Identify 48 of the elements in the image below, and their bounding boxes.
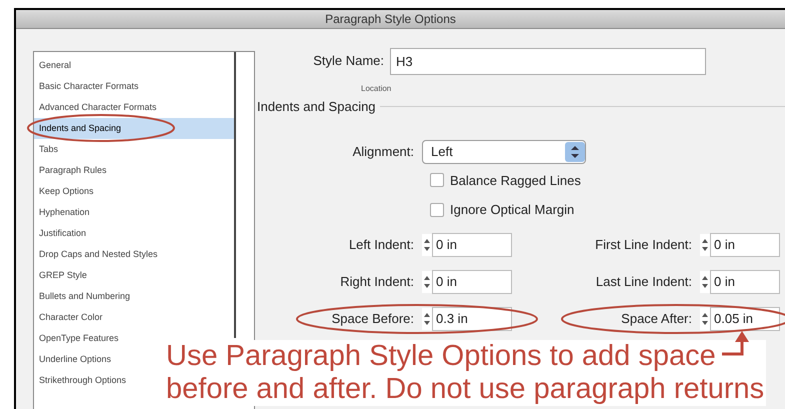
checkbox[interactable]	[430, 173, 444, 188]
stepper-arrows-icon[interactable]	[422, 270, 432, 292]
measurement-field[interactable]: 0 in	[432, 270, 512, 294]
field-label: First Line Indent:	[594, 236, 693, 254]
category-item[interactable]: Indents and Spacing	[34, 118, 234, 139]
field-label: Right Indent:	[339, 272, 415, 291]
category-item[interactable]: Strikethrough Options	[34, 370, 126, 391]
category-item[interactable]: Bullets and Numbering	[34, 286, 130, 307]
category-item[interactable]: Character Color	[34, 307, 103, 328]
category-item[interactable]: GREP Style	[34, 265, 87, 286]
measurement-field[interactable]: 0.3 in	[432, 306, 512, 330]
field-label: Last Line Indent:	[594, 272, 693, 291]
annotation-text: before and after. Do not use paragraph returns	[166, 373, 764, 406]
category-item[interactable]: Drop Caps and Nested Styles	[34, 244, 158, 265]
field-label: Alignment:	[352, 142, 415, 161]
window-title: Paragraph Style Options	[325, 11, 456, 28]
alignment-dropdown[interactable]: Left	[422, 140, 586, 164]
measurement-field[interactable]: 0 in	[432, 232, 512, 256]
category-item[interactable]: Hyphenation	[34, 202, 90, 223]
annotation-arrow	[722, 331, 750, 357]
stepper-arrows-icon[interactable]	[700, 308, 710, 330]
field-label: Space After:	[620, 310, 693, 328]
category-item[interactable]: General	[34, 55, 72, 76]
checkbox-label: Balance Ragged Lines	[450, 172, 581, 190]
checkbox-label: Ignore Optical Margin	[450, 201, 574, 219]
stepper-arrows-icon[interactable]	[422, 308, 432, 330]
stepper-arrows-icon[interactable]	[422, 234, 432, 256]
category-item[interactable]: Tabs	[34, 139, 58, 160]
checkbox[interactable]	[430, 202, 444, 217]
category-item[interactable]: Underline Options	[34, 349, 112, 370]
stepper-arrows-icon	[565, 142, 585, 162]
field-label: Space Before:	[330, 310, 415, 328]
measurement-field[interactable]: 0 in	[710, 232, 780, 256]
annotation-text: Use Paragraph Style Options to add space	[166, 340, 716, 373]
category-item[interactable]: Paragraph Rules	[34, 160, 107, 181]
category-item[interactable]: Justification	[34, 223, 86, 244]
style-name-field[interactable]: H3	[390, 48, 706, 74]
category-item[interactable]: Advanced Character Formats	[34, 97, 157, 118]
stepper-arrows-icon[interactable]	[700, 234, 710, 256]
field-label: Style Name:	[312, 52, 385, 70]
location-label: Location	[361, 83, 392, 95]
section-title: Indents and Spacing	[257, 98, 376, 116]
category-item[interactable]: OpenType Features	[34, 328, 119, 349]
category-item[interactable]: Basic Character Formats	[34, 76, 139, 97]
measurement-field[interactable]: 0 in	[710, 270, 780, 294]
field-label: Left Indent:	[348, 236, 415, 254]
stepper-arrows-icon[interactable]	[700, 270, 710, 292]
category-item[interactable]: Keep Options	[34, 181, 94, 202]
